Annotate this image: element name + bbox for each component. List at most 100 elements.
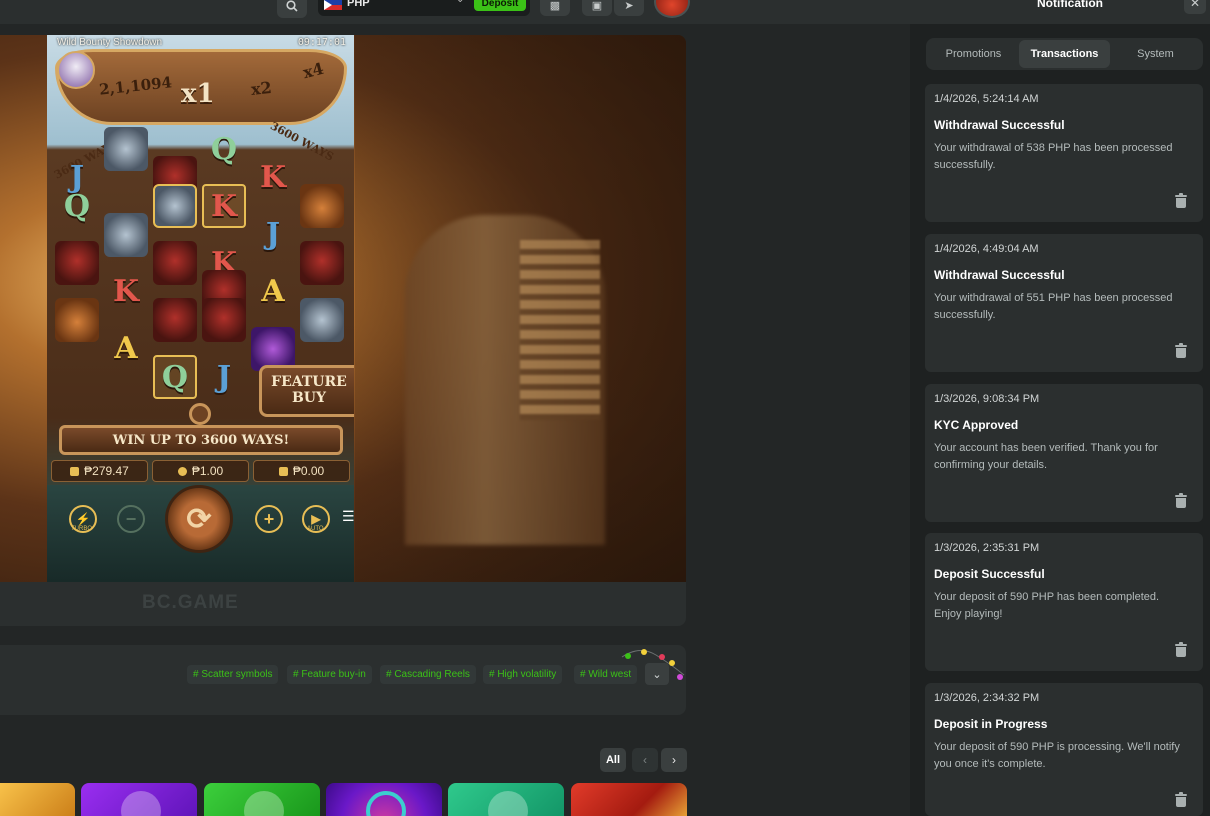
close-icon: ✕ xyxy=(1189,0,1201,10)
reel-symbol-gun xyxy=(104,212,148,257)
reel-symbol-bandit xyxy=(153,298,197,342)
tag-wild-west[interactable]: # Wild west xyxy=(574,665,638,684)
notification-tabs: Promotions Transactions System xyxy=(926,38,1203,70)
balance-meter: ₱279.47 xyxy=(51,460,148,482)
reel-symbol-k: K xyxy=(259,160,287,195)
reel-symbol-q: Q xyxy=(153,355,197,399)
notification-heading: Withdrawal Successful xyxy=(934,118,1065,132)
game-thumbnail[interactable] xyxy=(0,783,75,816)
game-thumbnail[interactable] xyxy=(448,783,564,816)
reel-symbol-bandit xyxy=(153,241,197,285)
app-root: PHP ⌄ Deposit ▩ ▣ ➤ 2,1,1094 x1 x2 x4 Wi… xyxy=(0,0,1210,816)
multiplier-x2: x2 xyxy=(250,77,273,100)
notification-card: 1/4/2026, 5:24:14 AM Withdrawal Successf… xyxy=(925,84,1203,222)
notification-time: 1/3/2026, 2:34:32 PM xyxy=(934,692,1040,704)
search-button[interactable] xyxy=(277,0,307,18)
notification-time: 1/4/2026, 5:24:14 AM xyxy=(934,93,1039,105)
trash-icon[interactable] xyxy=(1175,193,1187,208)
reel-symbol-gun xyxy=(104,127,148,171)
game-thumbnail[interactable] xyxy=(571,783,687,816)
notification-heading: Deposit Successful xyxy=(934,567,1045,581)
notification-card: 1/4/2026, 4:49:04 AM Withdrawal Successf… xyxy=(925,234,1203,372)
tag-high-volatility[interactable]: # High volatility xyxy=(483,665,563,684)
reel-symbol-q: Q xyxy=(210,131,238,167)
game-title: Wild Bounty Showdown xyxy=(57,37,163,48)
chevron-down-icon: ⌄ xyxy=(456,0,464,5)
spin-icon: ⟳ xyxy=(186,502,212,536)
chevron-down-icon: ⌄ xyxy=(652,668,662,681)
notification-time: 1/4/2026, 4:49:04 AM xyxy=(934,243,1039,255)
stage-footer: BC.GAME xyxy=(0,582,686,626)
menu-icon[interactable]: ☰ xyxy=(342,509,354,523)
expand-tags-button[interactable]: ⌄ xyxy=(645,663,669,685)
tag-scatter-symbols[interactable]: # Scatter symbols xyxy=(187,665,279,684)
reel-symbol-a: A xyxy=(261,274,285,309)
brand-watermark: BC.GAME xyxy=(142,592,239,613)
close-button[interactable]: ✕ xyxy=(1184,0,1206,14)
trash-icon[interactable] xyxy=(1175,642,1187,657)
player-avatar-badge xyxy=(57,51,95,89)
reel-symbol-a: A xyxy=(114,331,138,366)
feature-buy-label-1: FEATURE xyxy=(271,374,347,390)
share-button[interactable]: ➤ xyxy=(614,0,644,16)
reel-symbol-bandit xyxy=(55,241,99,285)
notification-time: 1/3/2026, 9:08:34 PM xyxy=(934,393,1040,405)
tag-cascading-reels[interactable]: # Cascading Reels xyxy=(380,665,476,684)
coin-icon xyxy=(189,403,211,425)
tab-promotions[interactable]: Promotions xyxy=(928,40,1019,68)
lightning-icon: ⚡ xyxy=(75,512,91,526)
slot-game-canvas[interactable]: 2,1,1094 x1 x2 x4 Wild Bounty Showdown 0… xyxy=(47,35,354,582)
notification-heading: KYC Approved xyxy=(934,418,1019,432)
previous-page-button[interactable]: ‹ xyxy=(632,748,658,772)
reel-symbol-bandit xyxy=(300,241,344,285)
win-value: ₱0.00 xyxy=(292,464,325,478)
chevron-right-icon: › xyxy=(672,753,676,767)
notification-message: Your deposit of 590 PHP is processing. W… xyxy=(934,741,1180,770)
trash-icon[interactable] xyxy=(1175,493,1187,508)
window-slats-art xyxy=(520,240,600,420)
notification-card: 1/3/2026, 2:35:31 PM Deposit Successful … xyxy=(925,533,1203,671)
notification-message: Your account has been verified. Thank yo… xyxy=(934,442,1158,471)
tab-system[interactable]: System xyxy=(1110,40,1201,68)
user-avatar[interactable] xyxy=(654,0,690,18)
reel-grid: QJKQKJKKAAQJ xyxy=(55,127,347,399)
deposit-button[interactable]: Deposit xyxy=(474,0,526,11)
reel-symbol-j: J xyxy=(216,359,232,395)
thumbnail-art xyxy=(121,791,161,816)
decrease-bet-button[interactable]: − xyxy=(117,505,145,533)
spin-button[interactable]: ⟳ xyxy=(165,485,233,553)
notification-card: 1/3/2026, 9:08:34 PM KYC Approved Your a… xyxy=(925,384,1203,522)
meter-bar: ₱279.47 ₱1.00 ₱0.00 xyxy=(47,460,354,484)
feature-buy-label-2: BUY xyxy=(291,390,327,406)
reel-symbol-k: K xyxy=(112,274,140,309)
notification-title: Notification xyxy=(1037,0,1103,10)
next-page-button[interactable]: › xyxy=(661,748,687,772)
increase-bet-button[interactable]: + xyxy=(255,505,283,533)
reel-symbol-q: Q xyxy=(63,188,91,224)
trash-icon[interactable] xyxy=(1175,792,1187,807)
chat-button[interactable]: ▣ xyxy=(582,0,612,16)
bet-meter: ₱1.00 xyxy=(152,460,249,482)
game-thumbnail[interactable] xyxy=(204,783,320,816)
gift-button[interactable]: ▩ xyxy=(540,0,570,16)
gift-icon: ▩ xyxy=(549,0,561,12)
win-banner: WIN UP TO 3600 WAYS! xyxy=(59,425,343,455)
wallet-icon xyxy=(70,466,80,476)
currency-selector[interactable]: PHP ⌄ Deposit xyxy=(318,0,530,16)
tab-transactions[interactable]: Transactions xyxy=(1019,40,1110,68)
notification-message: Your withdrawal of 551 PHP has been proc… xyxy=(934,292,1173,321)
feature-buy-button[interactable]: FEATURE BUY xyxy=(259,365,354,417)
game-tags-panel: # Scatter symbols # Feature buy-in # Cas… xyxy=(0,645,686,715)
tag-feature-buy-in[interactable]: # Feature buy-in xyxy=(287,665,372,684)
philippines-flag-icon xyxy=(324,0,342,10)
game-thumbnail[interactable] xyxy=(326,783,442,816)
notification-message: Your deposit of 590 PHP has been complet… xyxy=(934,591,1160,620)
game-thumbnail[interactable] xyxy=(81,783,197,816)
win-meter: ₱0.00 xyxy=(253,460,350,482)
turbo-label: TURBO xyxy=(71,526,92,532)
reel-symbol-hat xyxy=(251,326,295,371)
filter-all-button[interactable]: All xyxy=(600,748,626,772)
reel-symbol-gun xyxy=(300,298,344,342)
trash-icon[interactable] xyxy=(1175,343,1187,358)
notification-panel: Notification ✕ Promotions Transactions S… xyxy=(910,0,1210,816)
